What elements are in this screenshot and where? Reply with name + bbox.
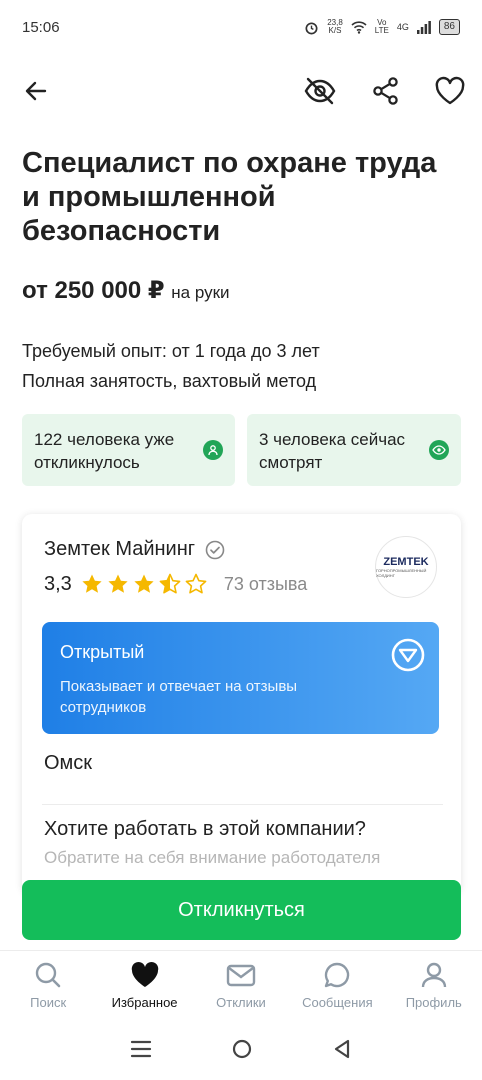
share-icon [373,77,398,105]
verified-check-icon [205,540,225,559]
rating-value: 3,3 [44,572,72,595]
company-card[interactable]: Земтек Майнинг 3,3 73 отзыва ZEMTEK ГОРН… [22,514,461,894]
star-full-icon [82,574,102,593]
responded-text: 122 человека уже откликнулось [34,430,175,472]
star-half-icon [159,573,181,594]
status-time: 15:06 [22,18,60,36]
apply-button[interactable]: Откликнуться [22,880,461,940]
person-icon [421,962,446,988]
envelope-icon [226,964,256,987]
nav-profile[interactable]: Профиль [386,951,482,1019]
employment-text: Полная занятость, вахтовый метод [22,371,317,391]
heart-filled-icon [131,962,158,987]
search-icon [35,962,61,988]
salary-note: на руки [171,283,230,302]
share-button[interactable] [364,66,408,116]
nav-search[interactable]: Поиск [0,951,96,1019]
eye-off-icon [304,77,336,105]
arrow-left-icon [25,81,47,101]
status-bar: 15:06 23,8 K/S Vo LTE 4G 86 [0,0,482,54]
menu-icon[interactable] [130,1039,152,1059]
heart-icon [435,76,465,105]
star-full-icon [134,574,154,593]
chat-bubble-icon [325,962,350,988]
hide-vacancy-button[interactable] [298,66,342,116]
experience-text: Требуемый опыт: от 1 года до 3 лет [22,341,320,361]
star-empty-icon [185,573,207,594]
company-rating[interactable]: 3,3 73 отзыва [44,572,307,596]
favorite-button[interactable] [428,66,472,116]
nav-responses[interactable]: Отклики [193,951,289,1019]
open-badge-title: Открытый [60,642,145,662]
star-full-icon [108,574,128,593]
salary-amount: от 250 000 ₽ [22,277,165,304]
reviews-link[interactable]: 73 отзыва [224,574,307,595]
signal-icon [416,20,431,34]
company-name[interactable]: Земтек Майнинг [44,538,195,561]
open-employer-banner[interactable]: Открытый Показывает и отвечает на отзывы… [42,622,439,734]
nav-favorites[interactable]: Избранное [96,951,192,1019]
wifi-icon [351,20,367,34]
system-nav-bar [0,1018,482,1080]
responded-card: 122 человека уже откликнулось [22,414,235,486]
back-button[interactable] [14,66,58,116]
logo-text: ZEMTEK [383,556,429,568]
company-city: Омск [44,752,93,774]
user-icon [203,440,223,460]
vacancy-details: Требуемый опыт: от 1 года до 3 лет Полна… [22,336,320,396]
status-icons: 23,8 K/S Vo LTE 4G 86 [304,19,460,35]
company-name-row[interactable]: Земтек Майнинг [44,538,225,561]
want-work-subtitle: Обратите на себя внимание работодателя [44,848,381,867]
company-logo[interactable]: ZEMTEK ГОРНОПРОМЫШЛЕННЫЙ ХОЛДИНГ [375,536,437,598]
divider [42,804,443,805]
want-work-title[interactable]: Хотите работать в этой компании? [44,818,366,841]
back-triangle-icon[interactable] [332,1038,352,1060]
home-circle-icon[interactable] [231,1038,253,1060]
logo-tagline: ГОРНОПРОМЫШЛЕННЫЙ ХОЛДИНГ [376,568,427,578]
vacancy-title: Специалист по охране труда и промышленно… [22,147,437,247]
battery-indicator: 86 [438,19,460,35]
bottom-nav: Поиск Избранное Отклики Сообщения Профил… [0,950,482,1018]
watching-card: 3 человека сейчас смотрят [247,414,461,486]
open-badge-text: Показывает и отвечает на отзывы сотрудни… [60,678,298,716]
nav-messages[interactable]: Сообщения [289,951,385,1019]
watching-text: 3 человека сейчас смотрят [259,430,406,472]
shield-check-icon [391,638,425,672]
top-bar [0,66,482,116]
eye-icon [429,440,449,460]
alarm-icon [305,21,318,34]
vacancy-salary: от 250 000 ₽ на руки [22,276,230,305]
